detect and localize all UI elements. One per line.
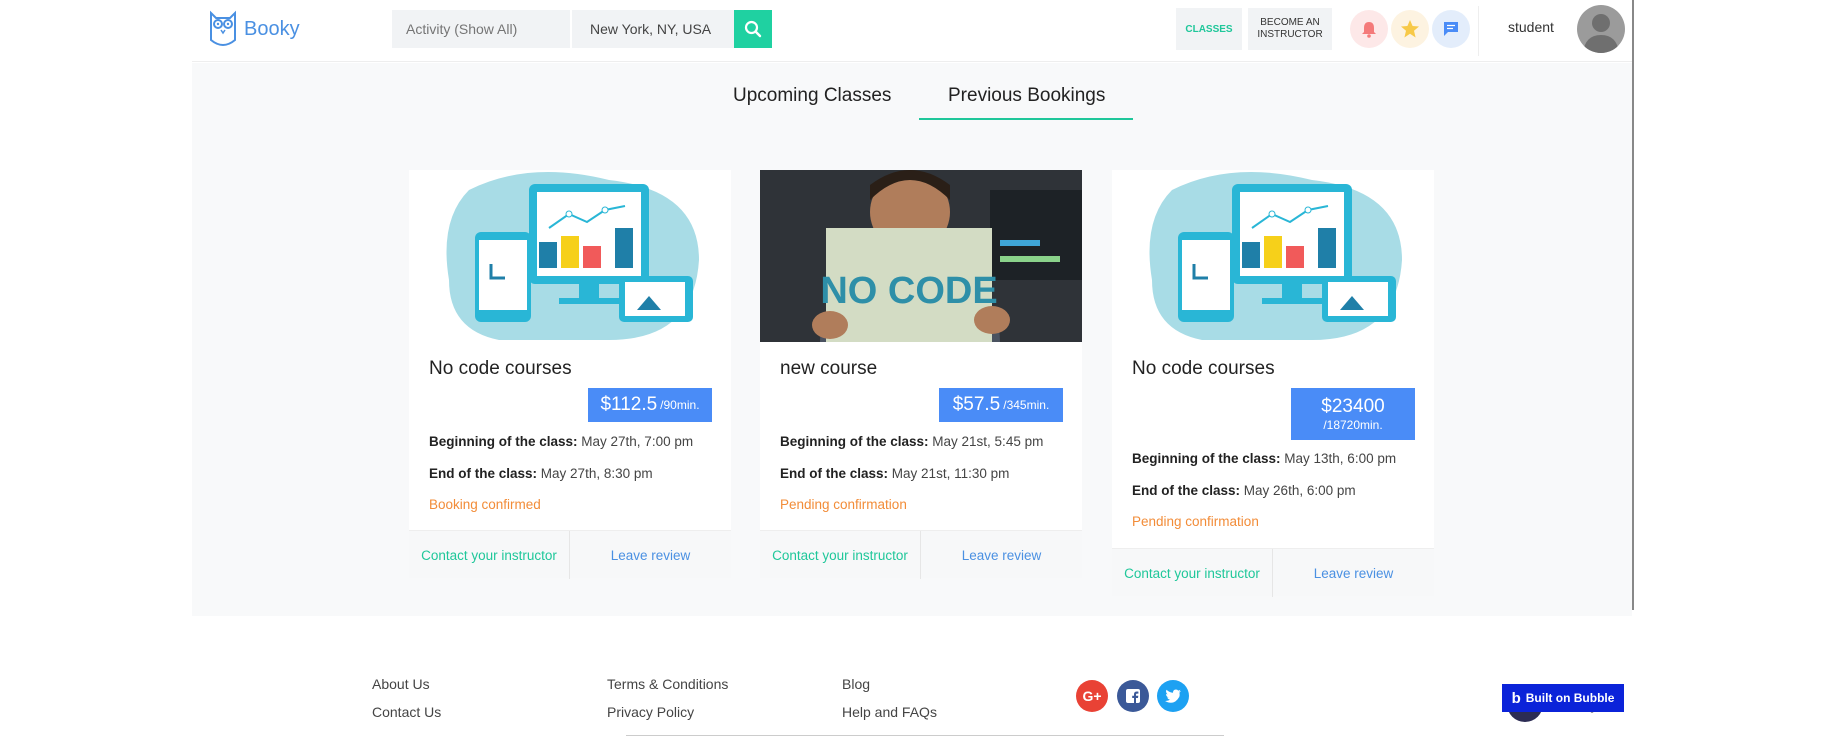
course-illustration xyxy=(409,170,731,342)
begin-label: Beginning of the class: xyxy=(1132,451,1281,466)
contact-instructor-button[interactable]: Contact your instructor xyxy=(1112,549,1273,597)
price-badge: $57.5 /345min. xyxy=(939,388,1063,422)
footer-help-link[interactable]: Help and FAQs xyxy=(842,704,937,720)
facebook-icon[interactable] xyxy=(1117,680,1149,712)
logo-text: Booky xyxy=(244,17,300,40)
class-end: End of the class: May 21st, 11:30 pm xyxy=(780,466,1009,481)
end-value: May 27th, 8:30 pm xyxy=(540,466,653,481)
facebook-glyph-icon xyxy=(1126,689,1140,704)
price-badge: $112.5 /90min. xyxy=(588,388,712,422)
owl-logo-icon xyxy=(210,10,236,46)
card-actions: Contact your instructor Leave review xyxy=(760,530,1082,579)
become-instructor-line2: INSTRUCTOR xyxy=(1257,29,1323,40)
course-card: No code courses $112.5 /90min. Beginning… xyxy=(409,170,731,579)
tab-previous-bookings[interactable]: Previous Bookings xyxy=(948,85,1105,107)
avatar[interactable] xyxy=(1577,5,1625,53)
search-button[interactable] xyxy=(734,10,772,48)
course-card: NO CODE new course $57.5 /345min. Beginn… xyxy=(760,170,1082,579)
location-input[interactable] xyxy=(572,10,734,48)
footer-privacy-link[interactable]: Privacy Policy xyxy=(607,704,694,720)
price-badge: $23400 /18720min. xyxy=(1291,388,1415,440)
card-actions: Contact your instructor Leave review xyxy=(409,530,731,579)
header-divider xyxy=(1478,6,1479,56)
course-title: No code courses xyxy=(1132,358,1275,379)
messages-button[interactable] xyxy=(1432,10,1470,48)
notifications-button[interactable] xyxy=(1350,10,1388,48)
end-value: May 26th, 6:00 pm xyxy=(1243,483,1356,498)
booking-status: Booking confirmed xyxy=(429,497,541,512)
begin-value: May 27th, 7:00 pm xyxy=(581,434,694,449)
built-on-bubble-badge[interactable]: b Built on Bubble xyxy=(1502,684,1624,712)
price-value: $112.5 xyxy=(600,394,658,415)
search-icon xyxy=(744,20,762,38)
price-value: $23400 xyxy=(1321,396,1385,417)
begin-label: Beginning of the class: xyxy=(780,434,929,449)
nav-classes[interactable]: CLASSES xyxy=(1176,8,1242,50)
leave-review-button[interactable]: Leave review xyxy=(921,531,1082,579)
begin-value: May 21st, 5:45 pm xyxy=(932,434,1044,449)
begin-value: May 13th, 6:00 pm xyxy=(1284,451,1397,466)
class-begin: Beginning of the class: May 13th, 6:00 p… xyxy=(1132,451,1396,466)
price-duration: /18720min. xyxy=(1323,418,1383,432)
leave-review-button[interactable]: Leave review xyxy=(570,531,731,579)
chat-icon xyxy=(1444,22,1458,36)
end-label: End of the class: xyxy=(780,466,889,481)
leave-review-button[interactable]: Leave review xyxy=(1273,549,1434,597)
booking-status: Pending confirmation xyxy=(780,497,907,512)
end-label: End of the class: xyxy=(429,466,538,481)
contact-instructor-button[interactable]: Contact your instructor xyxy=(409,531,570,579)
price-duration: /90min. xyxy=(660,398,700,412)
footer-terms-link[interactable]: Terms & Conditions xyxy=(607,676,728,692)
end-label: End of the class: xyxy=(1132,483,1241,498)
footer-blog-link[interactable]: Blog xyxy=(842,676,870,692)
logo[interactable]: Booky xyxy=(208,10,300,48)
activity-input[interactable] xyxy=(392,10,570,48)
twitter-bird-icon xyxy=(1165,689,1181,703)
tab-active-indicator xyxy=(919,118,1133,120)
class-end: End of the class: May 26th, 6:00 pm xyxy=(1132,483,1356,498)
user-silhouette-icon xyxy=(1583,14,1619,53)
star-icon xyxy=(1401,20,1419,38)
class-end: End of the class: May 27th, 8:30 pm xyxy=(429,466,653,481)
course-card: No code courses $23400 /18720min. Beginn… xyxy=(1112,170,1434,597)
search-bar xyxy=(392,10,772,48)
price-value: $57.5 xyxy=(952,394,1001,415)
booking-status: Pending confirmation xyxy=(1132,514,1259,529)
built-on-bubble-text: Built on Bubble xyxy=(1525,691,1615,705)
footer-about-link[interactable]: About Us xyxy=(372,676,430,692)
contact-instructor-button[interactable]: Contact your instructor xyxy=(760,531,921,579)
content-area: Upcoming Classes Previous Bookings No co… xyxy=(192,63,1632,616)
nav-become-instructor[interactable]: BECOME AN INSTRUCTOR xyxy=(1248,8,1332,50)
footer-contact-link[interactable]: Contact Us xyxy=(372,704,441,720)
class-begin: Beginning of the class: May 21st, 5:45 p… xyxy=(780,434,1043,449)
become-instructor-line1: BECOME AN xyxy=(1260,17,1320,28)
page-edge-line xyxy=(1632,0,1634,610)
sign-text: NO CODE xyxy=(820,270,997,312)
course-title: No code courses xyxy=(429,358,572,379)
class-begin: Beginning of the class: May 27th, 7:00 p… xyxy=(429,434,693,449)
course-title: new course xyxy=(780,358,878,379)
card-actions: Contact your instructor Leave review xyxy=(1112,548,1434,597)
bell-icon xyxy=(1362,22,1376,38)
price-duration: /345min. xyxy=(1003,398,1050,412)
begin-label: Beginning of the class: xyxy=(429,434,578,449)
header: Booky CLASSES BECOME AN INSTRUCTOR xyxy=(192,0,1632,62)
twitter-icon[interactable] xyxy=(1157,680,1189,712)
app: Booky CLASSES BECOME AN INSTRUCTOR xyxy=(192,0,1632,736)
google-plus-icon[interactable]: G+ xyxy=(1076,680,1108,712)
end-value: May 21st, 11:30 pm xyxy=(891,466,1010,481)
username[interactable]: student xyxy=(1508,19,1554,35)
tab-upcoming-classes[interactable]: Upcoming Classes xyxy=(733,85,891,107)
bubble-b-icon: b xyxy=(1511,689,1521,707)
page: Booky CLASSES BECOME AN INSTRUCTOR xyxy=(0,0,1830,736)
favorites-button[interactable] xyxy=(1391,10,1429,48)
course-illustration xyxy=(1112,170,1434,342)
course-photo: NO CODE xyxy=(760,170,1082,342)
